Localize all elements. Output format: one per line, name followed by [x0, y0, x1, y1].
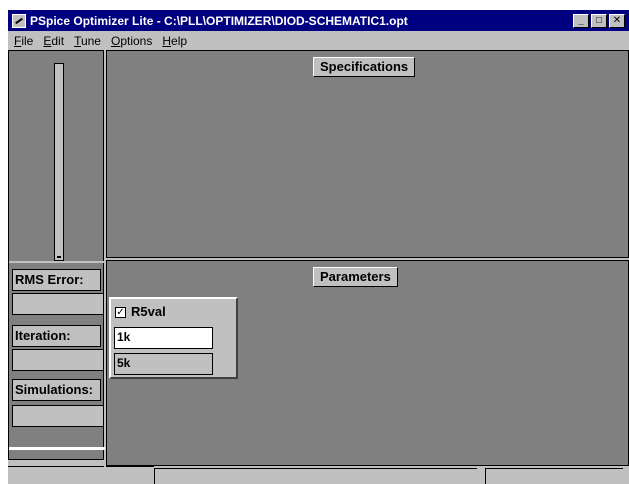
status-segment-left: [8, 466, 104, 484]
panel-separator: [9, 261, 105, 263]
menu-tune[interactable]: Tune: [74, 34, 101, 48]
rms-error-meter: [54, 63, 64, 261]
specifications-header[interactable]: Specifications: [313, 57, 416, 77]
menu-edit[interactable]: Edit: [43, 34, 64, 48]
parameter-current-value[interactable]: 1k: [114, 327, 213, 349]
rms-error-label: RMS Error:: [12, 269, 101, 291]
parameters-pane[interactable]: Parameters ✓ R5val 1k 5k: [106, 260, 629, 466]
app-icon[interactable]: [12, 13, 26, 28]
meter-fill: [57, 256, 61, 258]
simulations-label: Simulations:: [12, 379, 101, 401]
optimizer-window: PSpice Optimizer Lite - C:\PLL\OPTIMIZER…: [8, 10, 629, 484]
maximize-button[interactable]: □: [591, 13, 607, 28]
panel-bottom-line: [9, 447, 105, 450]
menu-file[interactable]: File: [14, 34, 33, 48]
close-button[interactable]: ✕: [609, 13, 625, 28]
status-segment-right: [485, 468, 623, 484]
parameter-enable-checkbox[interactable]: ✓: [115, 307, 126, 318]
menu-help[interactable]: Help: [162, 34, 187, 48]
rms-error-field: [12, 293, 104, 315]
window-title: PSpice Optimizer Lite - C:\PLL\OPTIMIZER…: [30, 13, 408, 28]
minimize-button[interactable]: _: [573, 13, 589, 28]
parameters-header[interactable]: Parameters: [313, 267, 398, 287]
parameter-name: R5val: [131, 304, 166, 319]
parameter-card-r5val[interactable]: ✓ R5val 1k 5k: [109, 297, 238, 379]
status-bar: [8, 466, 629, 484]
title-bar[interactable]: PSpice Optimizer Lite - C:\PLL\OPTIMIZER…: [8, 10, 629, 31]
status-divider: [106, 466, 154, 469]
menu-bar: File Edit Tune Options Help: [8, 31, 629, 50]
status-segment-main: [154, 468, 477, 484]
simulations-field: [12, 405, 104, 427]
iteration-field: [12, 349, 104, 371]
specifications-pane[interactable]: Specifications: [106, 50, 629, 258]
parameter-initial-value[interactable]: 5k: [114, 353, 213, 375]
menu-options[interactable]: Options: [111, 34, 152, 48]
iteration-label: Iteration:: [12, 325, 101, 347]
status-panel: RMS Error: Iteration: Simulations:: [8, 50, 105, 460]
